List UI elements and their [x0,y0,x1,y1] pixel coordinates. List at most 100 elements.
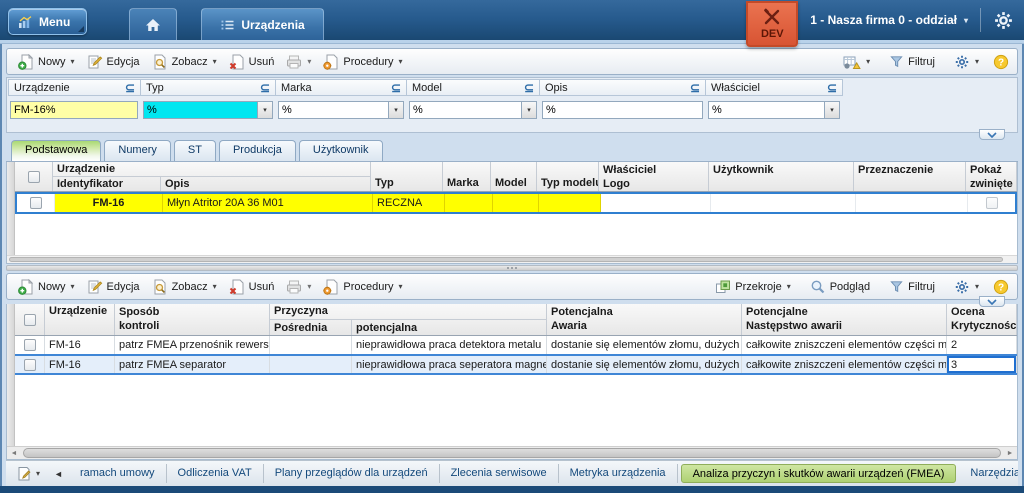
fmea-row-1[interactable]: FM-16 patrz FMEA przenośnik rewersyjny z… [15,336,1017,354]
preview-button[interactable]: Podgląd [805,277,875,297]
filter-marka-dropdown[interactable]: ▾ [389,100,404,119]
pokaz-zwiniete-checkbox[interactable] [985,197,998,209]
subset-operator-icon[interactable]: ⊆ [260,81,270,95]
filter-header-wlasciciel[interactable]: Właściciel ⊆ [705,79,843,96]
column-header-identyfikator[interactable]: Identyfikator [53,177,161,191]
column-header-potencjalna-awaria[interactable]: Potencjalna Awaria [547,304,742,335]
delete-button[interactable]: Usuń [224,52,280,72]
new-button[interactable]: Nowy ▾ [13,52,80,72]
row-checkbox[interactable] [23,339,36,351]
hscrollbar-thumb[interactable] [23,448,1001,458]
filter-header-typ[interactable]: Typ ⊆ [140,79,276,96]
column-header-typ[interactable]: Typ [371,162,443,191]
procedures-button[interactable]: Procedury ▾ [318,52,407,72]
filter-header-opis[interactable]: Opis ⊆ [539,79,706,96]
new-button[interactable]: Nowy ▾ [13,277,80,297]
tab-produkcja[interactable]: Produkcja [218,140,296,161]
column-header-potencjalna[interactable]: potencjalna [352,320,546,335]
column-header-sposob-kontroli[interactable]: Sposób kontroli [115,304,270,335]
filter-button[interactable]: Filtruj [884,277,940,296]
subset-operator-icon[interactable]: ⊆ [690,81,700,95]
row-checkbox[interactable] [23,358,36,371]
filter-model-dropdown[interactable]: ▾ [522,100,537,119]
help-button[interactable]: ? [993,54,1009,70]
sections-button[interactable]: Przekroje ▾ [710,277,795,297]
chevron-down-icon: ▾ [307,57,312,66]
print-button[interactable]: ▾ [281,52,316,72]
column-header-pokaz-zwiniete[interactable]: Pokaż zwinięte [966,162,1017,191]
filter-urzadzenie-input[interactable] [10,100,138,119]
tabs-scroll-left-arrow[interactable]: ◄ [48,469,69,479]
filter-typ-input[interactable] [143,100,258,119]
bottom-tab-fmea-active[interactable]: Analiza przyczyn i skutków awarii urządz… [680,464,957,483]
print-button[interactable]: ▾ [281,277,316,297]
grid-settings-button[interactable]: ▾ [949,52,984,72]
column-header-opis[interactable]: Opis [161,177,370,191]
grid-settings-button[interactable]: ▾ [949,277,984,297]
edit-button[interactable]: Edycja [82,52,145,72]
row-checkbox[interactable] [29,197,42,209]
column-header-ocena-krytycznosci[interactable]: Ocena Krytyczności [947,304,1017,335]
view-button[interactable]: Zobacz ▾ [147,52,222,72]
filter-marka-input[interactable] [278,100,389,119]
tab-uzytkownik[interactable]: Użytkownik [298,140,383,161]
subset-operator-icon[interactable]: ⊆ [391,81,401,95]
scroll-left-arrow[interactable]: ◄ [7,447,21,459]
delete-button[interactable]: Usuń [224,277,280,297]
bottom-tab-ramach-umowy[interactable]: ramach umowy [69,464,167,483]
column-header-model[interactable]: Model [491,162,537,191]
subset-operator-icon[interactable]: ⊆ [524,81,534,95]
column-settings-button[interactable]: ▾ [838,52,875,72]
filter-wlasciciel-dropdown[interactable]: ▾ [825,100,840,119]
filter-button[interactable]: Filtruj [884,52,940,71]
menu-button[interactable]: Menu [8,8,88,35]
subset-operator-icon[interactable]: ⊆ [125,81,135,95]
column-header-wlasciciel-logo[interactable]: Właściciel Logo [599,162,709,191]
tab-podstawowa[interactable]: Podstawowa [11,140,102,161]
filter-typ-dropdown[interactable]: ▾ [258,100,273,119]
panel-splitter[interactable] [6,265,1018,271]
fmea-grid-hscrollbar[interactable]: ◄ ► [7,446,1017,459]
column-header-przeznaczenie[interactable]: Przeznaczenie [854,162,966,191]
filter-header-model[interactable]: Model ⊆ [406,79,540,96]
bottom-tab-narzedzia[interactable]: Narzędzia potrze [959,464,1018,483]
edit-button[interactable]: Edycja [82,277,145,297]
procedures-button[interactable]: Procedury ▾ [318,277,407,297]
devices-grid-hscrollbar[interactable] [7,255,1017,263]
help-button[interactable]: ? [993,279,1009,295]
column-header-posrednia[interactable]: Pośrednia [270,320,352,335]
fmea-row-2-selected[interactable]: FM-16 patrz FMEA separator nieprawidłowa… [15,354,1017,375]
select-all-checkbox[interactable] [27,170,40,183]
column-header-nastepstwo-awarii[interactable]: Potencjalne Następstwo awarii [742,304,947,335]
bottom-tab-plany-przegladow[interactable]: Plany przeglądów dla urządzeń [264,464,440,483]
column-header-uzytkownik[interactable]: Użytkownik [709,162,854,191]
view-button[interactable]: Zobacz ▾ [147,277,222,297]
hscrollbar-thumb[interactable] [9,257,1003,262]
collapse-fmea-toolbar-button[interactable] [979,296,1005,307]
bottom-tab-zlecenia-serwisowe[interactable]: Zlecenia serwisowe [440,464,559,483]
tab-urzadzenia[interactable]: Urządzenia [201,8,324,40]
bottom-tab-metryka-urzadzenia[interactable]: Metryka urządzenia [559,464,678,483]
column-header-urzadzenie[interactable]: Urządzenie [45,304,115,335]
select-all-checkbox[interactable] [23,313,36,326]
tab-home[interactable] [129,8,178,40]
filter-header-urzadzenie[interactable]: Urządzenie ⊆ [8,79,141,96]
column-header-typ-modelu[interactable]: Typ modelu [537,162,599,191]
row-edit-tool-button[interactable]: ▾ [6,466,48,482]
cell-ocena-krytycznosci-focused[interactable]: 3 [947,356,1017,373]
collapse-filter-panel-button[interactable] [979,129,1005,140]
bottom-tab-odliczenia-vat[interactable]: Odliczenia VAT [167,464,264,483]
scroll-right-arrow[interactable]: ► [1003,447,1017,459]
device-row-selected[interactable]: FM-16 Młyn Atritor 20A 36 M01 RECZNA [15,192,1017,214]
filter-opis-input[interactable] [542,100,703,119]
filter-wlasciciel-input[interactable] [708,100,825,119]
hscrollbar-track[interactable] [21,447,1003,459]
subset-operator-icon[interactable]: ⊆ [827,81,837,95]
tab-numery[interactable]: Numery [104,140,171,161]
tab-st[interactable]: ST [173,140,216,161]
filter-model-input[interactable] [409,100,522,119]
company-selector[interactable]: 1 - Nasza firma 0 - oddział ▾ [810,13,968,27]
filter-header-marka[interactable]: Marka ⊆ [275,79,407,96]
settings-gear-button[interactable] [993,10,1014,31]
column-header-marka[interactable]: Marka [443,162,491,191]
